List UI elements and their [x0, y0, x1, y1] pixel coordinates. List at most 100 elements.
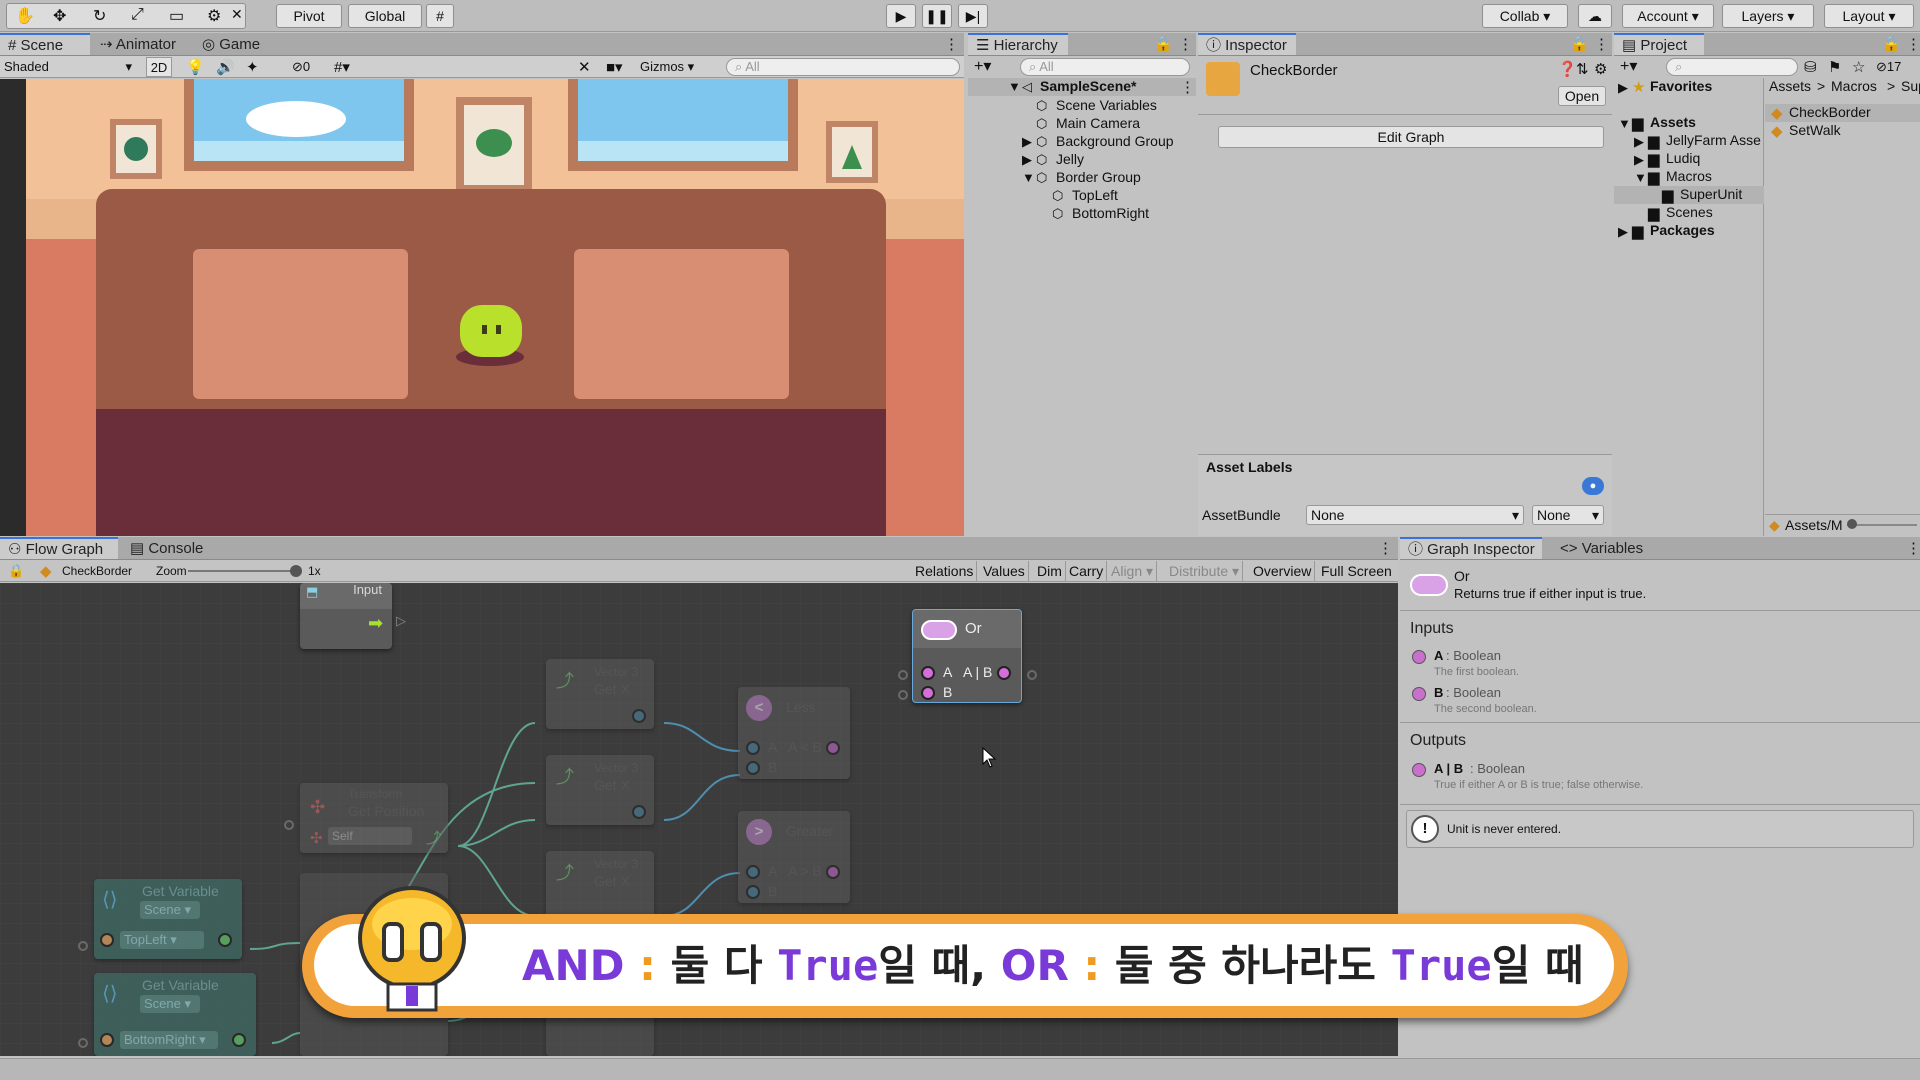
tree-item-label[interactable]: Macros: [1666, 168, 1712, 184]
hierarchy-search-input[interactable]: ⌕ All: [1020, 58, 1190, 76]
hidden-objects-toggle[interactable]: ⊘0: [292, 59, 310, 75]
star-icon[interactable]: ☆: [1852, 58, 1865, 76]
input-node[interactable]: ⬒ Input ➡: [300, 583, 392, 649]
more-options-icon[interactable]: ⋮: [1180, 78, 1195, 96]
input-port[interactable]: [746, 865, 760, 879]
settings-icon[interactable]: ⚙: [1594, 60, 1607, 78]
more-options-icon[interactable]: ⋮: [1906, 539, 1920, 557]
tab-graph-inspector[interactable]: ⓘ Graph Inspector: [1400, 537, 1542, 559]
collapsed-arrow-icon[interactable]: ▶: [1618, 80, 1628, 96]
tab-variables[interactable]: <> Variables: [1552, 538, 1652, 560]
get-position-node[interactable]: ✣ Transform Get Position ✣ Self ⤴: [300, 783, 448, 853]
rotate-tool-icon[interactable]: ↻: [93, 6, 106, 26]
hierarchy-row[interactable]: ⬡ Main Camera: [968, 115, 1196, 133]
tools-icon[interactable]: ✕: [578, 58, 591, 76]
layout-dropdown[interactable]: Layout ▾: [1824, 4, 1914, 28]
more-options-icon[interactable]: ⋮: [1378, 539, 1393, 557]
hierarchy-row[interactable]: ⬡ Scene Variables: [968, 97, 1196, 115]
file-row-selected[interactable]: ◆ CheckBorder: [1765, 104, 1920, 122]
step-button[interactable]: ▶|: [958, 4, 988, 28]
get-variable-node[interactable]: ⟨⟩ Get Variable Scene ▾ TopLeft ▾: [94, 879, 242, 959]
slider-handle[interactable]: [1847, 519, 1857, 529]
input-port[interactable]: [921, 686, 935, 700]
vector3-getx-node[interactable]: ⤴ Vector 3 Get X: [546, 755, 654, 825]
hollow-port[interactable]: [898, 690, 908, 700]
tree-item-label[interactable]: Assets: [1650, 114, 1696, 130]
output-port[interactable]: [826, 865, 840, 879]
audio-icon[interactable]: 🔊: [216, 58, 235, 76]
lock-icon[interactable]: 🔒: [1570, 35, 1589, 53]
hierarchy-row[interactable]: ⬡ TopLeft: [968, 187, 1196, 205]
align-dropdown[interactable]: Align ▾: [1108, 561, 1158, 581]
output-port[interactable]: [218, 933, 232, 947]
breadcrumb-item[interactable]: Assets: [1769, 78, 1811, 94]
output-port[interactable]: [232, 1033, 246, 1047]
pivot-toggle[interactable]: Pivot: [276, 4, 342, 28]
collapsed-arrow-icon[interactable]: ▶: [1022, 134, 1032, 150]
breadcrumb-item[interactable]: Sup: [1901, 78, 1920, 94]
tree-item-label[interactable]: Scenes: [1666, 204, 1713, 220]
hollow-port[interactable]: [284, 820, 294, 830]
hierarchy-row-scene[interactable]: ▼ ◁ SampleScene* ⋮: [968, 78, 1196, 96]
cloud-button[interactable]: ☁: [1578, 4, 1612, 28]
tab-inspector[interactable]: ⓘ Inspector: [1198, 33, 1296, 55]
open-button[interactable]: Open: [1558, 86, 1606, 106]
tab-console[interactable]: ▤ Console: [122, 538, 212, 560]
collapsed-arrow-icon[interactable]: ▶: [1634, 152, 1644, 168]
tree-item-label[interactable]: JellyFarm Asse: [1666, 132, 1762, 148]
relations-toggle[interactable]: Relations: [912, 561, 978, 581]
self-field[interactable]: Self: [328, 827, 412, 845]
more-options-icon[interactable]: ⋮: [1178, 35, 1193, 53]
icon-size-slider[interactable]: [1847, 524, 1917, 526]
play-button[interactable]: ▶: [886, 4, 916, 28]
effects-icon[interactable]: ✦: [246, 58, 259, 76]
global-toggle[interactable]: Global: [348, 4, 422, 28]
hollow-port[interactable]: [78, 1038, 88, 1048]
lock-icon[interactable]: 🔒: [8, 563, 24, 579]
hierarchy-row[interactable]: ▶ ⬡ Background Group: [968, 133, 1196, 151]
hollow-port[interactable]: [78, 941, 88, 951]
shading-dropdown[interactable]: Shaded ▾: [4, 58, 134, 76]
grid-icon[interactable]: #▾: [334, 58, 350, 76]
scope-dropdown[interactable]: Scene ▾: [140, 995, 200, 1013]
input-port[interactable]: [746, 741, 760, 755]
collapsed-arrow-icon[interactable]: ▶: [1634, 134, 1644, 150]
camera-icon[interactable]: ■▾: [606, 58, 623, 76]
scene-viewport[interactable]: [0, 79, 964, 536]
distribute-dropdown[interactable]: Distribute ▾: [1166, 561, 1244, 581]
greater-node[interactable]: > Greater A A > B B: [738, 811, 850, 903]
output-port[interactable]: [826, 741, 840, 755]
collab-dropdown[interactable]: Collab ▾: [1482, 4, 1568, 28]
scope-dropdown[interactable]: Scene ▾: [140, 901, 200, 919]
output-port[interactable]: [632, 709, 646, 723]
or-node[interactable]: Or A A | B B: [912, 609, 1022, 703]
tab-game[interactable]: ◎ Game: [194, 34, 274, 56]
scene-search-input[interactable]: ⌕ All: [726, 58, 960, 76]
zoom-slider-handle[interactable]: [290, 565, 302, 577]
help-icon[interactable]: ❓: [1558, 60, 1577, 78]
custom-tool-icon[interactable]: ✕: [231, 6, 243, 23]
layers-dropdown[interactable]: Layers ▾: [1722, 4, 1814, 28]
more-options-icon[interactable]: ⋮: [1906, 35, 1920, 53]
hierarchy-row[interactable]: ▶ ⬡ Jelly: [968, 151, 1196, 169]
tree-item-label[interactable]: Packages: [1650, 222, 1715, 238]
project-search-input[interactable]: ⌕: [1666, 58, 1798, 76]
input-port[interactable]: [100, 1033, 114, 1047]
input-port[interactable]: [100, 933, 114, 947]
scale-tool-icon[interactable]: ⤢: [131, 6, 144, 24]
add-icon[interactable]: +▾: [974, 56, 991, 76]
graph-name[interactable]: CheckBorder: [62, 564, 132, 578]
expand-arrow-icon[interactable]: ▼: [1618, 116, 1631, 131]
tab-flow-graph[interactable]: ⚇ Flow Graph: [0, 537, 118, 559]
edit-graph-button[interactable]: Edit Graph: [1218, 126, 1604, 148]
hierarchy-row[interactable]: ▼ ⬡ Border Group: [968, 169, 1196, 187]
output-port[interactable]: [997, 666, 1011, 680]
tree-item-label[interactable]: Ludiq: [1666, 150, 1700, 166]
expand-arrow-icon[interactable]: ▼: [1022, 170, 1035, 185]
tab-animator[interactable]: ⇢ Animator: [92, 34, 182, 56]
flow-port-icon[interactable]: ▷: [396, 613, 406, 629]
collapsed-arrow-icon[interactable]: ▶: [1022, 152, 1032, 168]
less-node[interactable]: < Less A A < B B: [738, 687, 850, 779]
zoom-slider[interactable]: [188, 570, 296, 572]
breadcrumb-item[interactable]: Macros: [1831, 78, 1877, 94]
